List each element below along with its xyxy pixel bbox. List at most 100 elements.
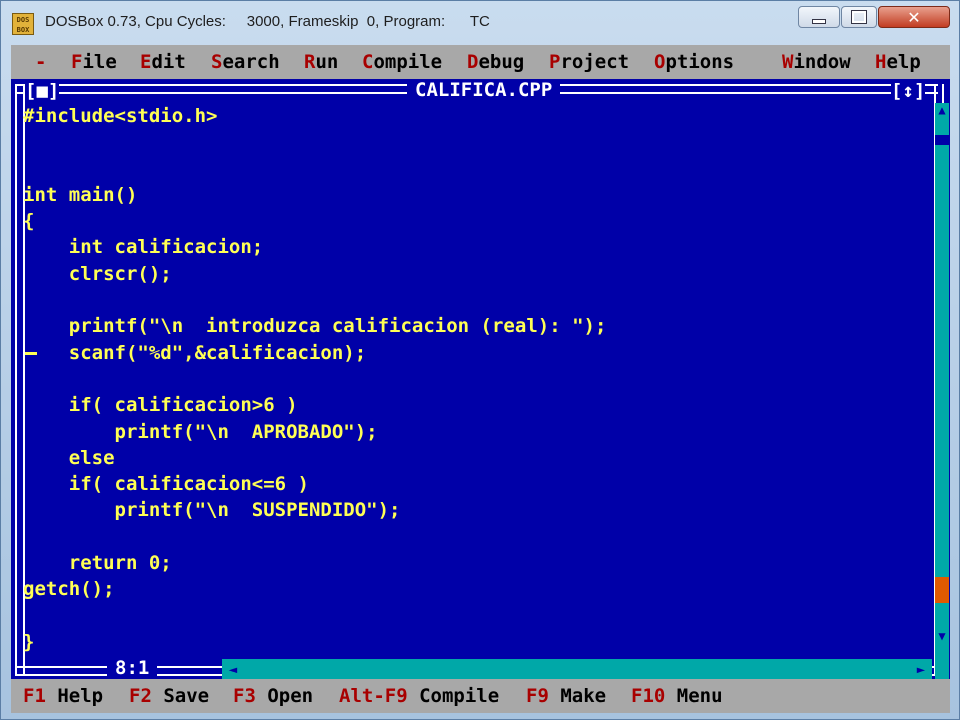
scroll-right-arrow-icon[interactable]: ► <box>910 659 932 681</box>
code-line: } <box>23 630 35 653</box>
menu-debug-hotkey: D <box>467 51 479 73</box>
code-line: getch(); <box>23 578 115 601</box>
minimize-icon <box>812 18 826 24</box>
scroll-thumb[interactable] <box>935 135 949 145</box>
menu-bar: - File Edit Search Run Compile Debug Pro… <box>11 45 950 79</box>
maximize-icon <box>851 10 867 24</box>
menu-search-hotkey: S <box>211 51 223 73</box>
zoom-box-glyph: [↕] <box>891 80 926 102</box>
menu-run[interactable]: Run <box>304 45 338 79</box>
code-line: #include<stdio.h> <box>23 105 218 127</box>
dosbox-window: DOS BOX DOSBox 0.73, Cpu Cycles: 3000, Fr… <box>0 0 960 720</box>
code-line: int main() <box>23 183 138 206</box>
window-zoom-box[interactable]: [↕] <box>891 80 926 102</box>
menu-options-hotkey: O <box>654 51 666 73</box>
scroll-down-arrow-icon[interactable]: ▼ <box>935 629 949 643</box>
status-open[interactable]: F3 Open <box>233 679 313 713</box>
status-help[interactable]: F1 Help <box>23 679 103 713</box>
status-make[interactable]: F9 Make <box>526 679 606 713</box>
menu-file-hotkey: F <box>71 51 83 73</box>
code-line: printf("\n SUSPENDIDO"); <box>23 499 401 522</box>
menu-window-hotkey: W <box>782 51 794 73</box>
scroll-up-arrow-icon[interactable]: ▲ <box>935 103 949 117</box>
menu-debug-label: ebug <box>478 51 525 73</box>
status-save[interactable]: F2 Save <box>129 679 209 713</box>
menu-help-label: elp <box>886 51 921 73</box>
menu-file[interactable]: File <box>71 45 117 79</box>
menu-run-hotkey: R <box>304 51 316 73</box>
code-line: if( calificacion<=6 ) <box>23 473 309 496</box>
menu-file-label: ile <box>82 51 117 73</box>
status-make-label: Make <box>548 685 607 707</box>
maximize-button[interactable] <box>841 6 877 28</box>
menu-compile[interactable]: Compile <box>362 45 442 79</box>
cursor-position: 8:1 <box>107 657 158 679</box>
code-line: return 0; <box>23 552 172 575</box>
menu-project[interactable]: Project <box>549 45 629 79</box>
menu-project-hotkey: P <box>549 51 561 73</box>
window-title: DOSBox 0.73, Cpu Cycles: 3000, Frameskip… <box>45 13 490 30</box>
close-box-glyph: [■] <box>25 80 60 102</box>
text-cursor <box>25 352 37 355</box>
horizontal-scrollbar[interactable]: ◄ ► <box>222 659 932 681</box>
status-bar: F1 Help F2 Save F3 Open Alt-F9 Compile F… <box>11 679 950 713</box>
status-compile-key: Alt-F9 <box>339 685 408 707</box>
menu-search[interactable]: Search <box>211 45 280 79</box>
code-editor[interactable]: #include<stdio.h> int main() { int califi… <box>23 103 606 655</box>
editor-bottom-bar: 8:1 ◄ ► <box>11 653 950 681</box>
menu-window[interactable]: Window <box>782 45 851 79</box>
code-line: int calificacion; <box>23 236 264 259</box>
menu-debug[interactable]: Debug <box>467 45 524 79</box>
status-open-key: F3 <box>233 685 256 707</box>
system-menu[interactable]: - <box>35 45 46 79</box>
menu-window-label: indow <box>793 51 851 73</box>
menu-edit-hotkey: E <box>140 51 152 73</box>
menu-help-hotkey: H <box>875 51 887 73</box>
close-icon: ✕ <box>907 7 921 27</box>
scroll-position-marker <box>935 577 949 603</box>
status-make-key: F9 <box>526 685 549 707</box>
menu-edit[interactable]: Edit <box>140 45 186 79</box>
minimize-button[interactable] <box>798 6 840 28</box>
status-help-key: F1 <box>23 685 46 707</box>
code-line: else <box>23 446 115 469</box>
menu-search-label: earch <box>222 51 280 73</box>
menu-run-label: un <box>315 51 339 73</box>
code-line: if( calificacion>6 ) <box>23 394 298 417</box>
vertical-scrollbar[interactable]: ▲ ▼ <box>935 103 949 687</box>
status-save-key: F2 <box>129 685 152 707</box>
menu-options-label: ptions <box>665 51 735 73</box>
window-close-box[interactable]: [■] <box>25 80 60 102</box>
status-menu[interactable]: F10 Menu <box>631 679 723 713</box>
close-button[interactable]: ✕ <box>878 6 950 28</box>
code-line: printf("\n introduzca calificacion (real… <box>23 315 607 338</box>
status-compile[interactable]: Alt-F9 Compile <box>339 679 499 713</box>
menu-options[interactable]: Options <box>654 45 734 79</box>
editor-filename: CALIFICA.CPP <box>407 79 561 101</box>
menu-edit-label: dit <box>151 51 186 73</box>
code-line: { <box>23 210 35 233</box>
title-bar[interactable]: DOS BOX DOSBox 0.73, Cpu Cycles: 3000, Fr… <box>1 1 959 45</box>
scroll-left-arrow-icon[interactable]: ◄ <box>222 659 244 681</box>
status-menu-key: F10 <box>631 685 666 707</box>
status-help-label: Help <box>45 685 104 707</box>
menu-compile-label: ompile <box>373 51 443 73</box>
code-line: scanf("%d",&calificacion); <box>23 341 367 364</box>
menu-project-label: roject <box>560 51 630 73</box>
dosbox-icon: DOS BOX <box>12 13 34 35</box>
menu-help[interactable]: Help <box>875 45 921 79</box>
menu-compile-hotkey: C <box>362 51 374 73</box>
code-line: printf("\n APROBADO"); <box>23 420 378 443</box>
status-open-label: Open <box>255 685 314 707</box>
status-save-label: Save <box>151 685 210 707</box>
status-compile-label: Compile <box>407 685 500 707</box>
status-menu-label: Menu <box>665 685 723 707</box>
dos-screen: - File Edit Search Run Compile Debug Pro… <box>11 45 950 713</box>
code-line: clrscr(); <box>23 262 172 285</box>
